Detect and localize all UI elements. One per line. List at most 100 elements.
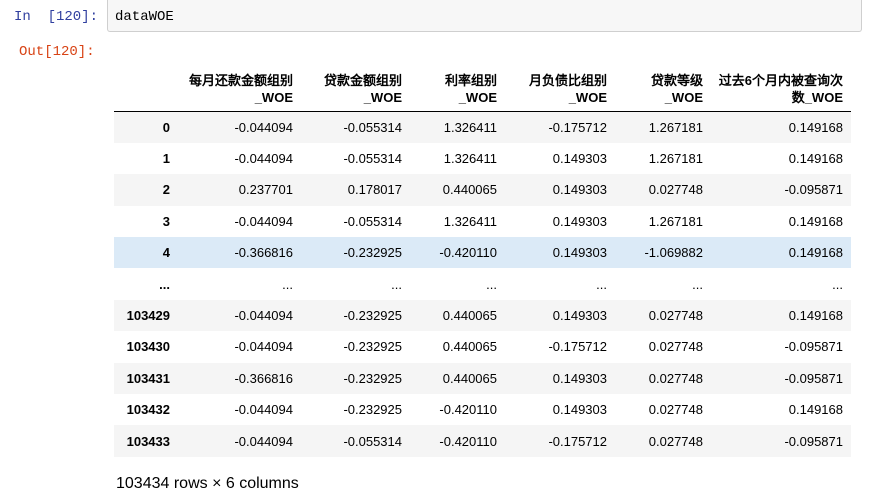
table-cell: 0.149303: [552, 370, 607, 386]
table-cell: ...: [391, 276, 402, 292]
dataframe-table: 每月还款金额组别_WOE 贷款金额组别_WOE 利率组别_WOE 月负债比组别_…: [114, 60, 851, 457]
table-cell: ...: [282, 276, 293, 292]
table-cell: -0.232925: [343, 308, 402, 324]
table-cell: 0.237701: [238, 182, 293, 198]
table-cell: 0.149168: [788, 245, 843, 261]
code-input-cell[interactable]: dataWOE: [107, 0, 862, 32]
table-cell: 0.149168: [788, 308, 843, 324]
table-cell: 0.440065: [442, 370, 497, 386]
table-row: 2 0.237701 0.178017 0.440065 0.149303 0.02774…: [114, 174, 851, 206]
input-prompt: In [120]:: [14, 9, 99, 25]
table-cell: -0.232925: [343, 245, 402, 261]
column-header: 贷款等级_WOE: [615, 60, 711, 112]
column-header: 利率组别_WOE: [410, 60, 505, 112]
table-cell: 1.326411: [443, 213, 497, 229]
table-row: 0 -0.044094 -0.055314 1.326411 -0.175712 1.26…: [114, 111, 851, 143]
code-editor-text[interactable]: dataWOE: [115, 8, 174, 26]
table-row: 103430 -0.044094 -0.232925 0.440065 -0.17571…: [114, 331, 851, 363]
table-cell: -0.420110: [439, 245, 497, 261]
column-header: 贷款金额组别_WOE: [301, 60, 410, 112]
table-cell: -0.232925: [343, 402, 402, 418]
table-cell: 0.027748: [648, 308, 703, 324]
table-cell: 0.440065: [442, 308, 497, 324]
table-cell: 0.149303: [552, 245, 607, 261]
table-cell: 0.027748: [648, 339, 703, 355]
table-cell: -0.175712: [548, 339, 607, 355]
table-cell: 1.326411: [443, 151, 497, 167]
table-cell: -0.366816: [234, 370, 293, 386]
table-cell: -0.055314: [343, 213, 402, 229]
table-cell: 1.326411: [443, 119, 497, 135]
table-cell: -0.420110: [439, 433, 497, 449]
table-cell: -1.069882: [644, 245, 703, 261]
table-cell: -0.044094: [234, 308, 293, 324]
row-index-cell: 103432: [126, 402, 170, 418]
row-index-cell: 103429: [126, 308, 170, 324]
table-row: .....................: [114, 268, 851, 300]
table-cell: ...: [832, 276, 843, 292]
row-index-cell: 103431: [126, 370, 170, 386]
table-cell: -0.044094: [234, 339, 293, 355]
table-cell: -0.044094: [234, 402, 293, 418]
dataframe-shape-summary: 103434 rows × 6 columns: [116, 475, 299, 492]
table-cell: -0.055314: [343, 119, 402, 135]
row-index-cell: 103430: [126, 339, 170, 355]
column-header: 每月还款金额组别_WOE: [178, 60, 301, 112]
table-cell: 0.149303: [552, 182, 607, 198]
table-cell: -0.175712: [548, 119, 607, 135]
table-cell: 0.149303: [552, 402, 607, 418]
row-index-cell: 2: [162, 182, 170, 198]
output-prompt: Out[120]:: [19, 44, 95, 60]
table-cell: -0.095871: [784, 433, 843, 449]
table-cell: 0.149168: [788, 119, 843, 135]
table-cell: ...: [596, 276, 607, 292]
table-row: 3 -0.044094 -0.055314 1.326411 0.149303 1.267…: [114, 205, 851, 238]
table-cell: 1.267181: [648, 119, 703, 135]
table-cell: 0.027748: [648, 402, 703, 418]
table-cell: 0.027748: [648, 182, 703, 198]
table-cell: ...: [692, 276, 703, 292]
table-cell: -0.044094: [234, 213, 293, 229]
table-cell: 0.027748: [648, 433, 703, 449]
table-cell: 0.178017: [347, 182, 402, 198]
table-cell: -0.095871: [784, 339, 843, 355]
table-cell: -0.420110: [439, 402, 497, 418]
table-cell: -0.366816: [234, 245, 293, 261]
row-index-cell: 1: [162, 151, 170, 167]
index-column-header: [114, 60, 178, 112]
column-header: 月负债比组别_WOE: [505, 60, 615, 112]
table-row: 103433 -0.044094 -0.055314 -0.420110 -0.1757…: [114, 425, 851, 457]
table-cell: -0.055314: [343, 433, 402, 449]
table-cell: 1.267181: [648, 151, 703, 167]
table-header-row: 每月还款金额组别_WOE 贷款金额组别_WOE 利率组别_WOE 月负债比组别_…: [114, 60, 851, 112]
table-cell: 0.149303: [552, 308, 607, 324]
row-index-cell: 4: [162, 245, 170, 261]
table-row: 103431 -0.366816 -0.232925 0.440065 0.149303…: [114, 362, 851, 395]
table-cell: -0.044094: [234, 433, 293, 449]
table-cell: -0.175712: [548, 433, 607, 449]
table-cell: ...: [486, 276, 497, 292]
row-index-cell: 103433: [126, 433, 170, 449]
output-area: 每月还款金额组别_WOE 贷款金额组别_WOE 利率组别_WOE 月负债比组别_…: [114, 60, 852, 457]
table-row: 103432 -0.044094 -0.232925 -0.420110 0.14930…: [114, 394, 851, 426]
row-index-cell: ...: [159, 276, 170, 292]
table-cell: -0.232925: [343, 339, 402, 355]
table-cell: -0.055314: [343, 151, 402, 167]
table-cell: 0.149168: [788, 213, 843, 229]
table-cell: 0.149303: [552, 151, 607, 167]
table-cell: 0.149303: [552, 213, 607, 229]
table-cell: 0.440065: [442, 182, 497, 198]
row-index-cell: 3: [162, 213, 170, 229]
table-cell: 0.027748: [648, 370, 703, 386]
table-row: 1 -0.044094 -0.055314 1.326411 0.149303 1.267…: [114, 142, 851, 175]
table-cell: -0.044094: [234, 119, 293, 135]
column-header: 过去6个月内被查询次数_WOE: [711, 60, 851, 112]
table-cell: 0.149168: [788, 151, 843, 167]
table-row: 103429 -0.044094 -0.232925 0.440065 0.149303…: [114, 299, 851, 332]
table-cell: 0.440065: [442, 339, 497, 355]
row-index-cell: 0: [162, 119, 170, 135]
table-cell: 0.149168: [788, 402, 843, 418]
table-row: 4 -0.366816 -0.232925 -0.420110 0.149303 -1.0…: [114, 237, 851, 269]
table-cell: 1.267181: [648, 213, 703, 229]
table-cell: -0.044094: [234, 151, 293, 167]
